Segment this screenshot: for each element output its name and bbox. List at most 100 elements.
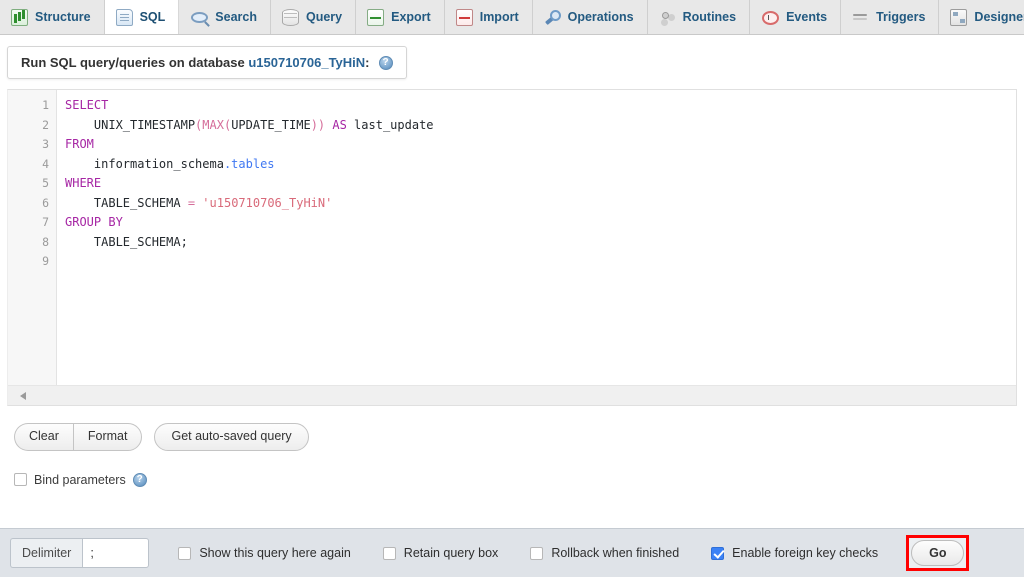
page-title: Run SQL query/queries on database u15071… bbox=[21, 55, 370, 70]
code-token: WHERE bbox=[65, 176, 101, 190]
tab-label: Triggers bbox=[876, 11, 925, 24]
line-number: 9 bbox=[8, 252, 56, 272]
export-icon bbox=[367, 9, 384, 26]
query-options-footer: Delimiter Show this query here again Reta… bbox=[0, 528, 1024, 577]
tab-label: Routines bbox=[683, 11, 736, 24]
sql-editor-container: 123456789 SELECT UNIX_TIMESTAMP(MAX(UPDA… bbox=[7, 89, 1017, 406]
code-token: GROUP BY bbox=[65, 215, 123, 229]
tab-routines[interactable]: Routines bbox=[648, 0, 750, 34]
clock-icon bbox=[762, 11, 779, 25]
code-token: AS bbox=[332, 118, 346, 132]
format-button[interactable]: Format bbox=[73, 423, 143, 451]
designer-icon bbox=[950, 9, 967, 26]
tab-label: Operations bbox=[568, 11, 634, 24]
delimiter-group: Delimiter bbox=[10, 538, 149, 568]
code-line: FROM bbox=[65, 135, 1016, 155]
line-number: 5 bbox=[8, 174, 56, 194]
get-auto-saved-query-button[interactable]: Get auto-saved query bbox=[154, 423, 308, 451]
tab-import[interactable]: Import bbox=[445, 0, 533, 34]
tab-export[interactable]: Export bbox=[356, 0, 445, 34]
bind-parameters-row: Bind parameters ? bbox=[14, 473, 1024, 487]
go-button[interactable]: Go bbox=[911, 540, 964, 566]
line-number: 8 bbox=[8, 233, 56, 253]
triggers-icon bbox=[852, 9, 869, 26]
code-token: last_update bbox=[347, 118, 434, 132]
checkbox-label-enable-foreign-key-checks[interactable]: Enable foreign key checks bbox=[732, 546, 878, 560]
checkbox-retain-query-box[interactable] bbox=[383, 547, 396, 560]
checkbox-label-rollback-when-finished[interactable]: Rollback when finished bbox=[551, 546, 679, 560]
tab-triggers[interactable]: Triggers bbox=[841, 0, 939, 34]
checkbox-label-show-this-query-here-again[interactable]: Show this query here again bbox=[199, 546, 350, 560]
help-icon[interactable]: ? bbox=[379, 56, 393, 70]
tab-events[interactable]: Events bbox=[750, 0, 841, 34]
sql-editor[interactable]: 123456789 SELECT UNIX_TIMESTAMP(MAX(UPDA… bbox=[8, 90, 1016, 385]
code-token: 'u150710706_TyHiN' bbox=[202, 196, 332, 210]
code-line: information_schema.tables bbox=[65, 155, 1016, 175]
line-number: 1 bbox=[8, 96, 56, 116]
query-title-panel: Run SQL query/queries on database u15071… bbox=[7, 46, 407, 79]
bind-parameters-help-icon[interactable]: ? bbox=[133, 473, 147, 487]
editor-action-buttons: Clear Format Get auto-saved query bbox=[14, 423, 1024, 451]
tab-query[interactable]: Query bbox=[271, 0, 356, 34]
import-icon bbox=[456, 9, 473, 26]
code-line: TABLE_SCHEMA = 'u150710706_TyHiN' bbox=[65, 194, 1016, 214]
footer-option-enable-foreign-key-checks[interactable]: Enable foreign key checks bbox=[711, 546, 878, 560]
query-panel-wrapper: Run SQL query/queries on database u15071… bbox=[0, 35, 1024, 79]
editor-horizontal-scrollbar[interactable] bbox=[8, 385, 1016, 405]
main-tab-bar: Structure SQL Search Query Export Import Opera… bbox=[0, 0, 1024, 35]
delimiter-input[interactable] bbox=[82, 538, 149, 568]
sql-code-area[interactable]: SELECT UNIX_TIMESTAMP(MAX(UPDATE_TIME)) … bbox=[57, 90, 1016, 385]
bind-parameters-checkbox[interactable] bbox=[14, 473, 27, 486]
database-name: u150710706_TyHiN bbox=[248, 55, 365, 70]
footer-option-show-this-query-here-again[interactable]: Show this query here again bbox=[178, 546, 350, 560]
tab-sql[interactable]: SQL bbox=[105, 0, 180, 34]
code-token: SELECT bbox=[65, 98, 108, 112]
footer-option-retain-query-box[interactable]: Retain query box bbox=[383, 546, 499, 560]
code-line bbox=[65, 252, 1016, 272]
line-number-gutter: 123456789 bbox=[8, 90, 57, 385]
code-line: SELECT bbox=[65, 96, 1016, 116]
tab-label: Designer bbox=[974, 11, 1024, 24]
wrench-icon bbox=[544, 9, 561, 26]
line-number: 4 bbox=[8, 155, 56, 175]
tab-structure[interactable]: Structure bbox=[0, 0, 105, 34]
checkbox-rollback-when-finished[interactable] bbox=[530, 547, 543, 560]
tab-label: SQL bbox=[140, 11, 166, 24]
tab-label: Structure bbox=[35, 11, 91, 24]
line-number: 7 bbox=[8, 213, 56, 233]
page-title-prefix: Run SQL query/queries on database bbox=[21, 55, 248, 70]
routines-icon bbox=[659, 9, 676, 26]
code-line: TABLE_SCHEMA; bbox=[65, 233, 1016, 253]
code-line: UNIX_TIMESTAMP(MAX(UPDATE_TIME)) AS last… bbox=[65, 116, 1016, 136]
sql-icon bbox=[116, 9, 133, 26]
structure-icon bbox=[11, 9, 28, 26]
tab-label: Import bbox=[480, 11, 519, 24]
code-line: WHERE bbox=[65, 174, 1016, 194]
code-token: .tables bbox=[224, 157, 275, 171]
bind-parameters-label[interactable]: Bind parameters bbox=[34, 473, 126, 487]
search-icon bbox=[191, 12, 208, 23]
tab-operations[interactable]: Operations bbox=[533, 0, 648, 34]
tab-label: Export bbox=[391, 11, 431, 24]
checkbox-show-this-query-here-again[interactable] bbox=[178, 547, 191, 560]
checkbox-enable-foreign-key-checks[interactable] bbox=[711, 547, 724, 560]
code-token: )) bbox=[311, 118, 325, 132]
footer-checkbox-list: Show this query here again Retain query b… bbox=[149, 546, 878, 560]
query-icon bbox=[282, 9, 299, 26]
line-number: 2 bbox=[8, 116, 56, 136]
tab-designer[interactable]: Designer bbox=[939, 0, 1024, 34]
code-line: GROUP BY bbox=[65, 213, 1016, 233]
delimiter-label: Delimiter bbox=[10, 538, 82, 568]
clear-button[interactable]: Clear bbox=[14, 423, 73, 451]
footer-option-rollback-when-finished[interactable]: Rollback when finished bbox=[530, 546, 679, 560]
tab-label: Query bbox=[306, 11, 342, 24]
code-token: MAX bbox=[202, 118, 224, 132]
scroll-left-arrow-icon[interactable] bbox=[20, 392, 26, 400]
clear-format-button-group: Clear Format bbox=[14, 423, 142, 451]
line-number: 6 bbox=[8, 194, 56, 214]
page-title-suffix: : bbox=[365, 55, 369, 70]
checkbox-label-retain-query-box[interactable]: Retain query box bbox=[404, 546, 499, 560]
tab-search[interactable]: Search bbox=[179, 0, 271, 34]
code-token: information_schema bbox=[65, 157, 224, 171]
tab-label: Search bbox=[215, 11, 257, 24]
